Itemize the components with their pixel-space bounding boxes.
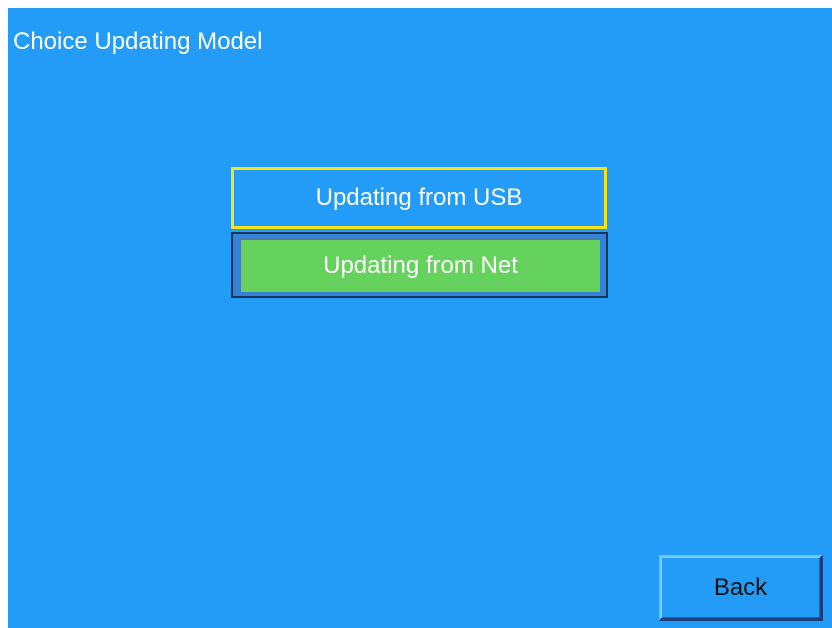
back-button-label: Back <box>713 573 768 601</box>
net-option-face: Updating from Net <box>239 238 600 292</box>
net-option-label: Updating from Net <box>323 252 518 279</box>
usb-option-label: Updating from USB <box>315 184 523 211</box>
updating-from-net-option[interactable]: Updating from Net <box>231 232 608 298</box>
back-button[interactable]: Back <box>659 555 823 621</box>
update-mode-screen: Choice Updating Model Updating from USB … <box>8 8 832 628</box>
screen-title: Choice Updating Model <box>13 28 263 55</box>
updating-from-usb-option[interactable]: Updating from USB <box>231 167 607 229</box>
